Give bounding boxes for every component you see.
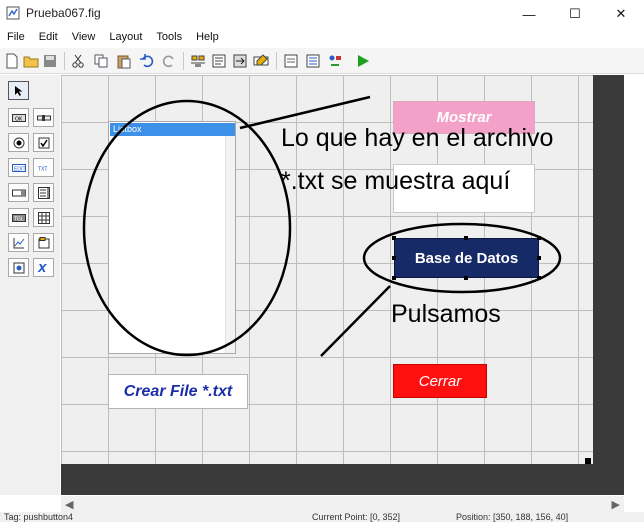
copy-icon[interactable] bbox=[93, 53, 109, 69]
toggle-button-icon: TGL bbox=[11, 213, 26, 222]
menu-editor-icon[interactable] bbox=[211, 53, 227, 69]
radio-button-tool[interactable] bbox=[8, 133, 29, 152]
menu-bar: File Edit View Layout Tools Help bbox=[0, 29, 644, 47]
popup-menu-tool[interactable] bbox=[8, 183, 29, 202]
axes-tool[interactable] bbox=[8, 233, 29, 252]
annotation-text-line1: Lo que hay en el archivo bbox=[281, 124, 554, 152]
scroll-right-arrow-icon[interactable]: ▶ bbox=[612, 498, 620, 511]
svg-text:OK: OK bbox=[15, 116, 23, 122]
edit-text-tool[interactable]: EDIT bbox=[8, 158, 29, 177]
listbox-tool[interactable] bbox=[33, 183, 54, 202]
svg-text:TGL: TGL bbox=[13, 216, 24, 222]
new-icon[interactable] bbox=[4, 53, 20, 69]
toolbar bbox=[0, 48, 644, 74]
selection-handle[interactable] bbox=[464, 236, 468, 240]
selection-handle[interactable] bbox=[537, 256, 541, 260]
run-icon[interactable] bbox=[355, 53, 371, 69]
listbox[interactable]: Listbox bbox=[108, 121, 236, 354]
menu-edit[interactable]: Edit bbox=[32, 29, 65, 47]
minimize-button[interactable]: — bbox=[506, 0, 552, 28]
static-text-icon: TXT bbox=[37, 166, 48, 172]
menu-view[interactable]: View bbox=[65, 29, 103, 47]
edit-text-icon: EDIT bbox=[11, 163, 26, 172]
axes-icon bbox=[13, 237, 24, 248]
svg-text:X: X bbox=[37, 262, 47, 274]
selection-handle[interactable] bbox=[392, 236, 396, 240]
status-bar: Tag: pushbutton4 Current Point: [0, 352]… bbox=[0, 512, 644, 522]
component-palette: OK EDIT TXT TGL X bbox=[0, 75, 60, 495]
panel-tool[interactable] bbox=[33, 233, 54, 252]
listbox-scrollbar[interactable] bbox=[225, 136, 235, 353]
base-de-datos-button[interactable]: Base de Datos bbox=[394, 238, 539, 278]
canvas-border-right bbox=[593, 75, 624, 465]
checkbox-tool[interactable] bbox=[33, 133, 54, 152]
popup-menu-icon bbox=[11, 189, 26, 196]
button-group-tool[interactable] bbox=[8, 258, 29, 277]
selection-handle[interactable] bbox=[537, 276, 541, 280]
window-title: Prueba067.fig bbox=[26, 6, 101, 20]
paste-icon[interactable] bbox=[116, 53, 132, 69]
activex-tool[interactable]: X bbox=[33, 258, 54, 277]
cut-icon[interactable] bbox=[70, 53, 86, 69]
table-icon bbox=[37, 211, 50, 224]
m-file-editor-icon[interactable] bbox=[283, 53, 299, 69]
close-window-button[interactable]: ✕ bbox=[598, 0, 644, 28]
svg-text:EDIT: EDIT bbox=[14, 166, 26, 172]
tab-order-icon[interactable] bbox=[232, 53, 248, 69]
menu-help[interactable]: Help bbox=[189, 29, 226, 47]
selection-handle[interactable] bbox=[392, 256, 396, 260]
activex-icon: X bbox=[37, 262, 47, 274]
annotation-text-pulsamos: Pulsamos bbox=[391, 300, 501, 328]
button-group-icon bbox=[13, 262, 24, 273]
svg-text:TXT: TXT bbox=[37, 166, 48, 172]
toolbar-editor-icon[interactable] bbox=[253, 53, 269, 69]
save-icon[interactable] bbox=[42, 53, 58, 69]
undo-icon[interactable] bbox=[139, 53, 155, 69]
horizontal-scrollbar[interactable]: ◀ ▶ bbox=[61, 496, 624, 512]
radio-button-icon bbox=[13, 137, 24, 148]
select-tool[interactable] bbox=[8, 81, 29, 100]
status-current-point: Current Point: [0, 352] bbox=[312, 512, 401, 522]
arrow-cursor-icon bbox=[14, 85, 22, 96]
selection-handle[interactable] bbox=[537, 236, 541, 240]
toggle-button-tool[interactable]: TGL bbox=[8, 208, 29, 227]
checkbox-icon bbox=[38, 137, 49, 148]
selection-handle[interactable] bbox=[464, 276, 468, 280]
panel-icon bbox=[38, 236, 49, 248]
open-icon[interactable] bbox=[23, 53, 39, 69]
status-tag: Tag: pushbutton4 bbox=[4, 512, 74, 522]
title-bar: Prueba067.fig — ☐ ✕ bbox=[0, 0, 644, 28]
property-inspector-icon[interactable] bbox=[305, 53, 321, 69]
menu-tools[interactable]: Tools bbox=[149, 29, 189, 47]
menu-file[interactable]: File bbox=[0, 29, 32, 47]
push-button-tool[interactable]: OK bbox=[8, 108, 29, 127]
cerrar-button[interactable]: Cerrar bbox=[393, 364, 487, 398]
table-tool[interactable] bbox=[33, 208, 54, 227]
status-position: Position: [350, 188, 156, 40] bbox=[456, 512, 569, 522]
canvas-resize-handle[interactable] bbox=[585, 458, 591, 464]
slider-tool[interactable] bbox=[33, 108, 54, 127]
listbox-icon bbox=[37, 186, 50, 199]
crear-file-button[interactable]: Crear File *.txt bbox=[108, 374, 248, 409]
selection-handle[interactable] bbox=[392, 276, 396, 280]
slider-icon bbox=[36, 114, 51, 121]
push-button-icon: OK bbox=[11, 113, 26, 122]
figure-app-icon bbox=[6, 6, 20, 20]
object-browser-icon[interactable] bbox=[327, 53, 343, 69]
scroll-left-arrow-icon[interactable]: ◀ bbox=[65, 498, 73, 511]
annotation-text-line2: *.txt se muestra aquí bbox=[281, 167, 511, 195]
canvas-border-bottom bbox=[61, 464, 624, 495]
redo-icon[interactable] bbox=[161, 53, 177, 69]
listbox-selected-item[interactable]: Listbox bbox=[110, 123, 235, 136]
align-icon[interactable] bbox=[190, 53, 206, 69]
menu-layout[interactable]: Layout bbox=[102, 29, 149, 47]
maximize-button[interactable]: ☐ bbox=[552, 0, 598, 28]
static-text-tool[interactable]: TXT bbox=[33, 158, 54, 177]
